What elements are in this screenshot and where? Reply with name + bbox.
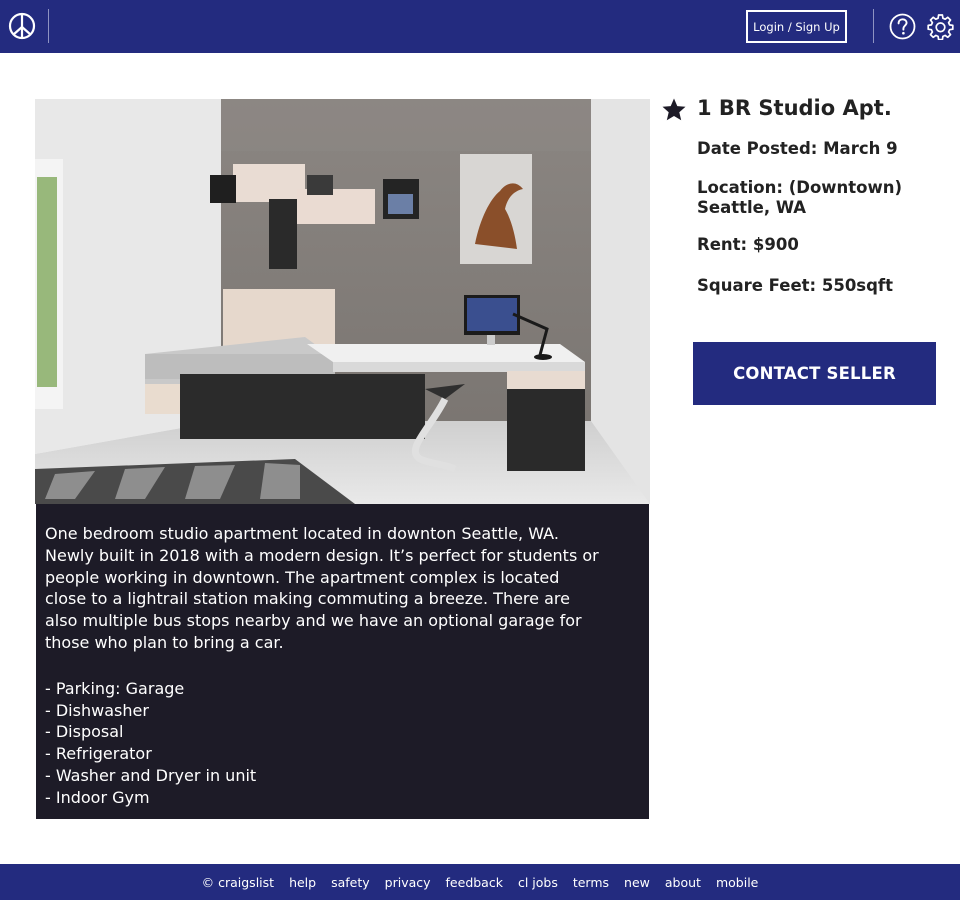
apartment-bedroom-photo	[35, 99, 650, 504]
header-divider	[873, 9, 874, 43]
date-posted: Date Posted: March 9	[697, 139, 898, 158]
footer-link-terms[interactable]: terms	[573, 875, 609, 890]
square-feet: Square Feet: 550sqft	[697, 276, 894, 295]
question-circle-icon[interactable]	[889, 13, 916, 40]
rent: Rent: $900	[697, 235, 799, 254]
feature-item: - Dishwasher	[45, 700, 149, 720]
footer-link-about[interactable]: about	[665, 875, 701, 890]
listing-description: One bedroom studio apartment located in …	[36, 504, 649, 819]
contact-seller-button[interactable]: CONTACT SELLER	[693, 342, 936, 405]
footer-links: © craigslist help safety privacy feedbac…	[202, 875, 759, 890]
peace-sign-icon[interactable]	[8, 12, 36, 40]
footer-bar: © craigslist help safety privacy feedbac…	[0, 864, 960, 900]
top-navigation-bar: Login / Sign Up	[0, 0, 960, 53]
feature-item: - Indoor Gym	[45, 787, 150, 807]
feature-item: - Disposal	[45, 722, 124, 742]
feature-item: - Washer and Dryer in unit	[45, 765, 257, 785]
star-icon[interactable]	[661, 97, 687, 123]
listing-title: 1 BR Studio Apt.	[697, 96, 892, 120]
gear-icon[interactable]	[927, 13, 954, 40]
footer-link-cl-jobs[interactable]: cl jobs	[518, 875, 558, 890]
footer-link-mobile[interactable]: mobile	[716, 875, 758, 890]
footer-link-privacy[interactable]: privacy	[385, 875, 431, 890]
footer-link-help[interactable]: help	[289, 875, 316, 890]
footer-link-new[interactable]: new	[624, 875, 650, 890]
description-text: One bedroom studio apartment located in …	[45, 524, 599, 652]
feature-item: - Parking: Garage	[45, 678, 185, 698]
feature-item: - Refrigerator	[45, 744, 152, 764]
header-divider	[48, 9, 49, 43]
footer-link-safety[interactable]: safety	[331, 875, 370, 890]
footer-link-feedback[interactable]: feedback	[446, 875, 503, 890]
login-signup-button[interactable]: Login / Sign Up	[746, 10, 847, 43]
feature-list: - Parking: Garage - Dishwasher - Disposa…	[45, 678, 640, 809]
footer-link-copyright[interactable]: © craigslist	[202, 875, 274, 890]
location: Location: (Downtown) Seattle, WA	[697, 178, 903, 217]
